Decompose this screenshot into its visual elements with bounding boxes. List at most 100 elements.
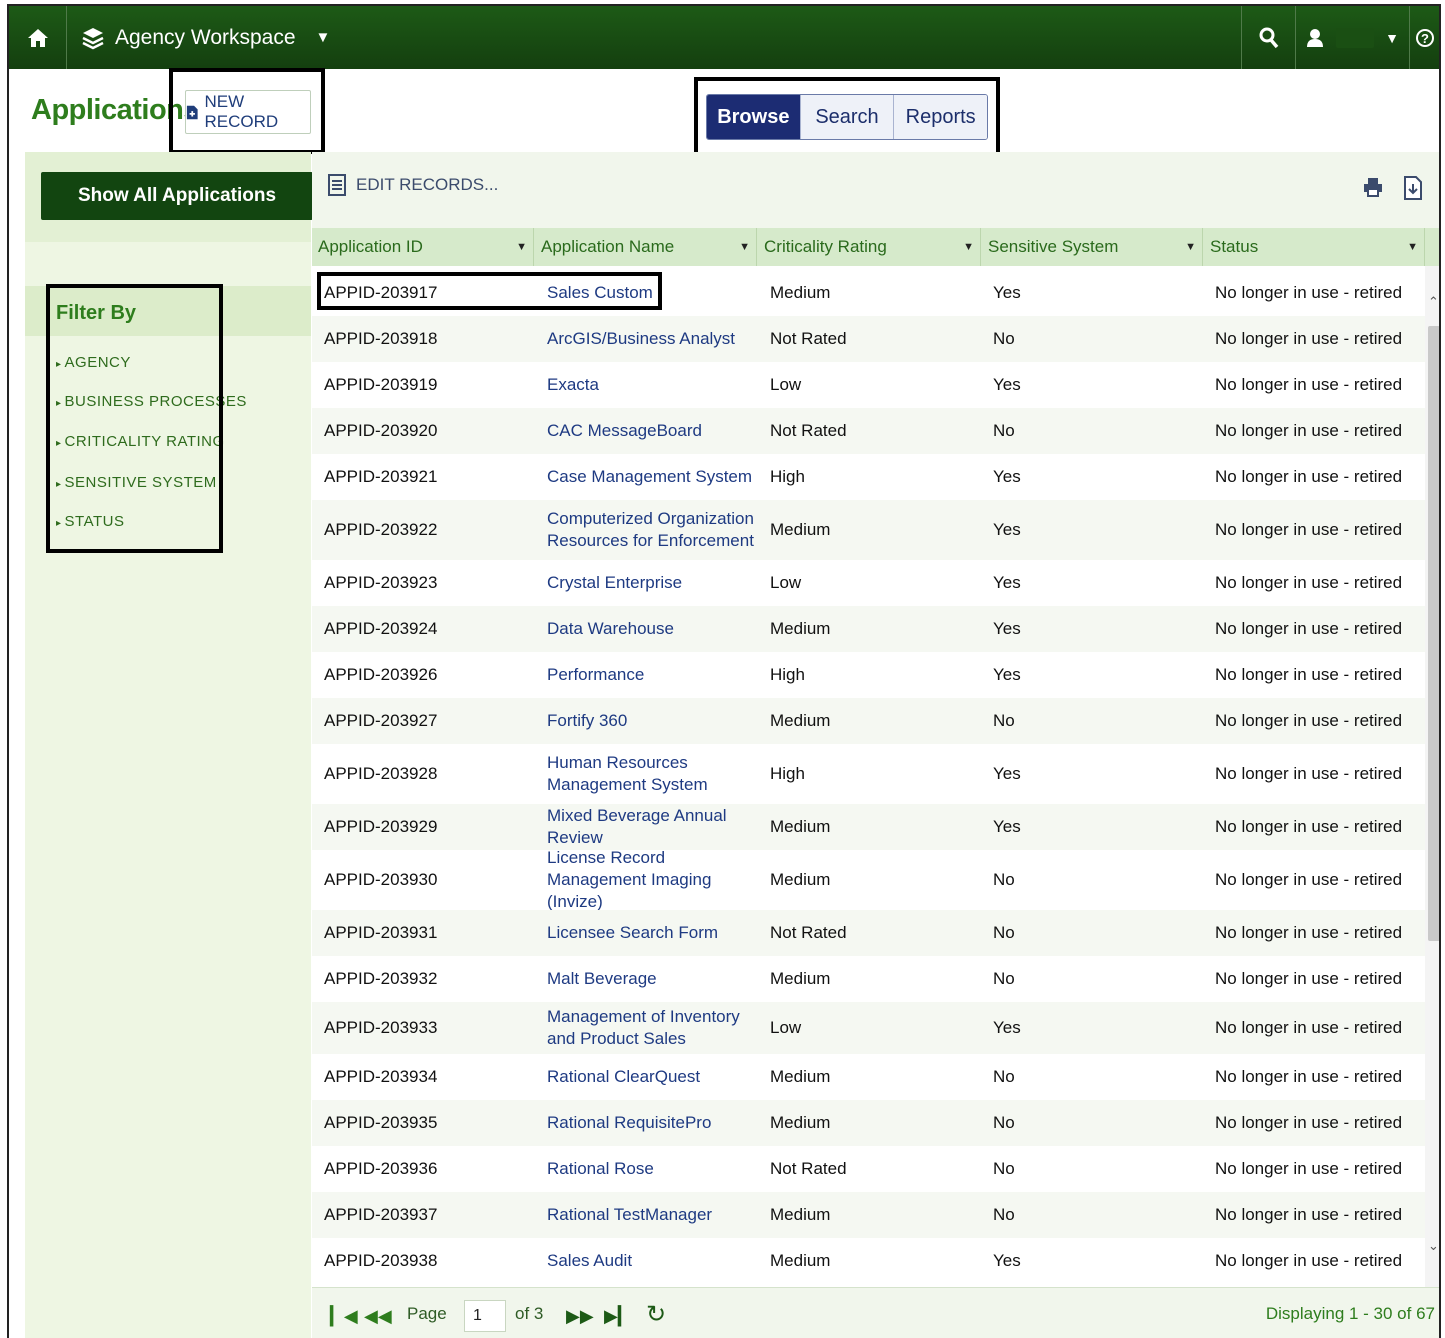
cell-criticality-rating: High [770, 467, 805, 486]
sort-icon[interactable]: ▼ [1185, 241, 1196, 253]
chevron-down-icon: ▼ [1385, 29, 1399, 46]
cell-application-name[interactable]: Exacta [547, 362, 757, 408]
cell-application-id: APPID-203937 [324, 1205, 438, 1224]
search-button[interactable] [1241, 6, 1295, 69]
cell-application-name[interactable]: ArcGIS/Business Analyst [547, 316, 757, 362]
cell-application-name[interactable]: Computerized Organization Resources for … [547, 500, 757, 560]
cell-application-name[interactable]: Crystal Enterprise [547, 560, 757, 606]
cell-application-name[interactable]: Rational Rose [547, 1146, 757, 1192]
cell-application-name[interactable]: Management of Inventory and Product Sale… [547, 1002, 757, 1054]
highlight-box [317, 272, 662, 310]
sort-icon[interactable]: ▼ [1407, 241, 1418, 253]
column-header-status[interactable]: Status ▼ [1203, 228, 1425, 266]
cell-application-name[interactable]: Licensee Search Form [547, 910, 757, 956]
table-row[interactable]: APPID-203937 Rational TestManager Medium No… [312, 1192, 1425, 1238]
help-button[interactable]: ? [1409, 6, 1439, 69]
cell-sensitive-system: No [993, 969, 1015, 988]
cell-criticality-rating: Medium [770, 1067, 831, 1086]
cell-sensitive-system: Yes [993, 520, 1021, 539]
cell-application-name[interactable]: Rational RequisitePro [547, 1100, 757, 1146]
table-row[interactable]: APPID-203926 Performance High Yes No longer … [312, 652, 1425, 698]
cell-application-name[interactable]: Mixed Beverage Annual Review [547, 804, 757, 850]
table-row[interactable]: APPID-203921 Case Management System High Ye… [312, 454, 1425, 500]
cell-application-id: APPID-203926 [324, 665, 438, 684]
scrollbar-thumb[interactable] [1428, 326, 1439, 941]
sort-icon[interactable]: ▼ [516, 241, 527, 253]
table-row[interactable]: APPID-203934 Rational ClearQuest Medium No N… [312, 1054, 1425, 1100]
show-all-applications-button[interactable]: Show All Applications [41, 172, 313, 220]
next-page-icon[interactable]: ▶▶ [566, 1306, 594, 1327]
cell-application-name[interactable]: Malt Beverage [547, 956, 757, 1002]
tab-reports[interactable]: Reports [893, 95, 987, 139]
table-row[interactable]: APPID-203933 Management of Inventory and … [312, 1002, 1425, 1054]
cell-application-name[interactable]: Performance [547, 652, 757, 698]
cell-criticality-rating: Medium [770, 870, 831, 889]
cell-application-id: APPID-203933 [324, 1018, 438, 1037]
sort-icon[interactable]: ▼ [739, 241, 750, 253]
cell-status: No longer in use - retired [1215, 1159, 1403, 1178]
table-row[interactable]: APPID-203929 Mixed Beverage Annual Review… [312, 804, 1425, 850]
cell-sensitive-system: Yes [993, 1018, 1021, 1037]
table-row[interactable]: APPID-203938 Sales Audit Medium Yes No longe… [312, 1238, 1425, 1284]
cell-sensitive-system: No [993, 1113, 1015, 1132]
previous-page-icon[interactable]: ◀◀ [364, 1306, 392, 1327]
table-row[interactable]: APPID-203922 Computerized Organization Re… [312, 500, 1425, 560]
cell-status: No longer in use - retired [1215, 573, 1403, 592]
cell-status: No longer in use - retired [1215, 283, 1403, 302]
cell-application-name[interactable]: Data Warehouse [547, 606, 757, 652]
cell-application-name[interactable]: Fortify 360 [547, 698, 757, 744]
user-menu[interactable]: ▼ [1295, 6, 1409, 69]
cell-application-name[interactable]: CAC MessageBoard [547, 408, 757, 454]
cell-sensitive-system: Yes [993, 467, 1021, 486]
cell-application-name[interactable]: Case Management System [547, 454, 757, 500]
refresh-icon[interactable]: ↻ [646, 1300, 666, 1329]
cell-application-id: APPID-203938 [324, 1251, 438, 1270]
table-row[interactable]: APPID-203918 ArcGIS/Business Analyst Not R… [312, 316, 1425, 362]
first-page-icon[interactable]: ▎◀ [330, 1306, 358, 1327]
cell-sensitive-system: Yes [993, 375, 1021, 394]
cell-criticality-rating: Medium [770, 1251, 831, 1270]
cell-application-name[interactable]: License Record Management Imaging (Inviz… [547, 848, 757, 911]
cell-status: No longer in use - retired [1215, 329, 1403, 348]
table-row[interactable]: APPID-203935 Rational RequisitePro Medium N… [312, 1100, 1425, 1146]
page-number-input[interactable] [464, 1300, 506, 1332]
table-row[interactable]: APPID-203923 Crystal Enterprise Low Yes No l… [312, 560, 1425, 606]
chevron-down-icon[interactable]: ⌄ [1428, 1238, 1439, 1254]
table-row[interactable]: APPID-203928 Human Resources Management S… [312, 744, 1425, 804]
cell-application-name[interactable]: Rational ClearQuest [547, 1054, 757, 1100]
table-row[interactable]: APPID-203931 Licensee Search Form Not Rate… [312, 910, 1425, 956]
last-page-icon[interactable]: ▶▎ [604, 1306, 632, 1327]
table-row[interactable]: APPID-203924 Data Warehouse Medium Yes No lo… [312, 606, 1425, 652]
tab-browse[interactable]: Browse [707, 95, 800, 139]
export-button[interactable] [1404, 176, 1422, 205]
edit-records-button[interactable]: EDIT RECORDS... [328, 174, 498, 196]
column-header-application-name[interactable]: Application Name ▼ [534, 228, 757, 266]
column-header-sensitive-system[interactable]: Sensitive System ▼ [981, 228, 1203, 266]
cell-criticality-rating: Low [770, 573, 802, 592]
table-row[interactable]: APPID-203936 Rational Rose Not Rated No No l… [312, 1146, 1425, 1192]
home-button[interactable] [9, 6, 67, 69]
workspace-selector[interactable]: Agency Workspace ▼ [67, 26, 330, 50]
chevron-down-icon: ▼ [315, 29, 331, 46]
table-row[interactable]: APPID-203927 Fortify 360 Medium No No longer… [312, 698, 1425, 744]
cell-application-name[interactable]: Sales Audit [547, 1238, 757, 1284]
cell-application-id: APPID-203927 [324, 711, 438, 730]
tab-search[interactable]: Search [799, 95, 894, 139]
chevron-up-icon[interactable]: ⌃ [1428, 294, 1439, 310]
cell-application-id: APPID-203936 [324, 1159, 438, 1178]
table-row[interactable]: APPID-203919 Exacta Low Yes No longer in use… [312, 362, 1425, 408]
new-record-button[interactable]: NEW RECORD [185, 90, 311, 134]
column-header-application-id[interactable]: Application ID ▼ [312, 228, 534, 266]
cell-status: No longer in use - retired [1215, 665, 1403, 684]
table-row[interactable]: APPID-203932 Malt Beverage Medium No No long… [312, 956, 1425, 1002]
table-row[interactable]: APPID-203930 License Record Management Im… [312, 848, 1425, 911]
cell-application-name[interactable]: Human Resources Management System [547, 744, 757, 804]
new-document-icon [186, 105, 198, 119]
cell-sensitive-system: No [993, 1205, 1015, 1224]
sort-icon[interactable]: ▼ [963, 241, 974, 253]
column-header-criticality-rating[interactable]: Criticality Rating ▼ [757, 228, 981, 266]
table-row[interactable]: APPID-203920 CAC MessageBoard Not Rated No N… [312, 408, 1425, 454]
cell-application-name[interactable]: Rational TestManager [547, 1192, 757, 1238]
cell-criticality-rating: High [770, 665, 805, 684]
print-button[interactable] [1362, 176, 1384, 203]
